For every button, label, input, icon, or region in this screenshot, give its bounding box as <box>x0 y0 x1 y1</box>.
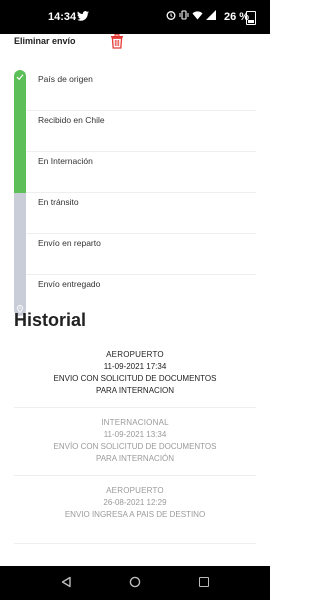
trash-icon[interactable] <box>110 34 124 49</box>
delete-shipment-row[interactable]: Eliminar envío <box>0 34 270 50</box>
status-time: 14:34 <box>48 11 77 23</box>
event-location: AEROPUERTO <box>106 486 164 495</box>
event-location: AEROPUERTO <box>106 350 164 359</box>
event-datetime: 26-08-2021 12:29 <box>103 498 167 507</box>
timeline-bar <box>14 152 26 193</box>
event-description: ENVÍO CON SOLICITUD DE DOCUMENTOS <box>53 442 217 451</box>
event-location: INTERNACIONAL <box>101 418 169 427</box>
delete-shipment-label: Eliminar envío <box>14 36 76 46</box>
event-datetime: 11-09-2021 13:34 <box>103 430 167 439</box>
shipment-detail: Eliminar envío País de origen Recibido e… <box>0 34 270 566</box>
check-icon <box>16 74 24 81</box>
timeline-bar <box>14 193 26 234</box>
status-bar: 14:34 26 % <box>0 0 270 34</box>
event-description-2: PARA INTERNACIÓN <box>95 454 175 463</box>
history-event: AEROPUERTO 11-09-2021 17:34 ENVIO CON SO… <box>14 340 256 408</box>
timeline-step-label: Envío entregado <box>38 279 101 289</box>
timeline-step-transit: En tránsito <box>14 193 256 234</box>
back-triangle-icon[interactable] <box>60 576 72 588</box>
signal-icon <box>206 10 216 20</box>
timeline-step-label: Recibido en Chile <box>38 115 105 125</box>
timeline-step-label: País de origen <box>38 74 93 84</box>
home-circle-icon[interactable] <box>129 576 141 588</box>
history-event: AEROPUERTO 26-08-2021 12:29 ENVIO INGRES… <box>14 476 256 544</box>
event-datetime: 11-09-2021 17:34 <box>103 362 167 371</box>
wifi-icon <box>192 11 203 20</box>
vibrate-icon <box>179 10 189 20</box>
battery-icon <box>246 11 256 25</box>
timeline-step-label: Envío en reparto <box>38 238 101 248</box>
status-icons <box>166 10 216 20</box>
history-list: AEROPUERTO 11-09-2021 17:34 ENVIO CON SO… <box>14 340 256 544</box>
event-description-2: PARA INTERNACION <box>95 386 175 395</box>
timeline-step-label: En Internación <box>38 156 93 166</box>
timeline-bar <box>14 234 26 275</box>
navigation-bar <box>0 566 270 600</box>
timeline-bar <box>14 111 26 152</box>
history-title: Historial <box>14 310 87 330</box>
event-description: ENVIO INGRESA A PAIS DE DESTINO <box>64 510 206 519</box>
timeline-step-label: En tránsito <box>38 197 79 207</box>
history-event: INTERNACIONAL 11-09-2021 13:34 ENVÍO CON… <box>14 408 256 476</box>
alarm-icon <box>166 11 176 20</box>
timeline-step-delivery: Envío en reparto <box>14 234 256 275</box>
event-description: ENVIO CON SOLICITUD DE DOCUMENTOS <box>53 374 217 383</box>
timeline-step-origin: País de origen <box>14 70 256 111</box>
timeline-step-received: Recibido en Chile <box>14 111 256 152</box>
recents-square-icon[interactable] <box>199 577 209 587</box>
shipment-timeline: País de origen Recibido en Chile En Inte… <box>14 70 256 316</box>
twitter-icon <box>77 11 89 21</box>
timeline-step-customs: En Internación <box>14 152 256 193</box>
